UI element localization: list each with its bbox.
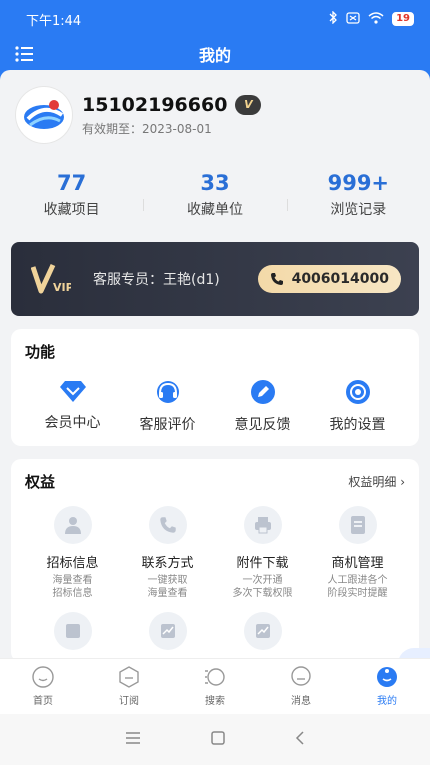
recent-apps-icon[interactable] (125, 730, 141, 749)
bottom-tab-bar: 首页 订阅 搜索 消息 我的 (0, 658, 430, 714)
right-item-6[interactable] (120, 612, 215, 650)
wifi-icon (368, 11, 384, 27)
right-contact[interactable]: 联系方式 一键获取 海量查看 (120, 506, 215, 600)
call-service-button[interactable]: 4006014000 (257, 265, 401, 293)
functions-title: 功能 (25, 343, 56, 361)
subscribe-icon (119, 666, 139, 688)
profile-section[interactable]: 15102196660 V 有效期至：2023-08-01 (0, 70, 430, 160)
right-item-5[interactable] (25, 612, 120, 650)
tab-profile[interactable]: 我的 (344, 659, 430, 714)
tab-message[interactable]: 消息 (258, 659, 344, 714)
stats-row: 77 收藏项目 33 收藏单位 999+ 浏览记录 (0, 160, 430, 230)
message-icon (291, 666, 311, 686)
stat-projects[interactable]: 77 收藏项目 (0, 171, 143, 219)
func-settings[interactable]: 我的设置 (310, 378, 405, 434)
printer-icon (243, 506, 282, 544)
settings-icon (345, 380, 370, 404)
status-time: 下午1:44 (26, 13, 82, 29)
functions-card: 功能 会员中心 客服评价 意见反馈 我的设置 (11, 329, 419, 446)
report-icon (53, 612, 92, 650)
right-attachment[interactable]: 附件下载 一次开通 多次下载权限 (215, 506, 310, 600)
avatar[interactable] (16, 87, 72, 143)
func-member-center[interactable]: 会员中心 (25, 378, 120, 434)
system-nav-bar (0, 714, 430, 765)
tab-home[interactable]: 首页 (0, 659, 86, 714)
rights-card: 权益 权益明细 › 招标信息 海量查看 招标信息 联系方式 一键获取 海量查看 附件… (11, 459, 419, 658)
main-content: 15102196660 V 有效期至：2023-08-01 77 收藏项目 33… (0, 70, 430, 658)
headset-icon (156, 381, 179, 403)
tab-subscribe[interactable]: 订阅 (86, 659, 172, 714)
phone-call-icon (270, 273, 283, 285)
chevron-right-icon: › (400, 475, 405, 489)
right-opportunity[interactable]: 商机管理 人工跟进各个 阶段实时提醒 (310, 506, 405, 600)
svg-text:VIP: VIP (53, 281, 71, 294)
diamond-icon (59, 381, 86, 402)
person-icon (53, 506, 92, 544)
tab-search[interactable]: 搜索 (172, 659, 258, 714)
vip-banner: VIP 客服专员：王艳(d1) 4006014000 (11, 242, 419, 316)
expire-date: 有效期至：2023-08-01 (82, 121, 212, 136)
company-logo-icon (24, 100, 64, 129)
search-icon (205, 668, 225, 686)
vip-badge: V (235, 94, 262, 115)
navbar: 我的 (0, 38, 430, 70)
profile-icon (377, 667, 397, 687)
stat-history[interactable]: 999+ 浏览记录 (286, 171, 430, 219)
sim-icon (346, 11, 360, 27)
rights-detail-link[interactable]: 权益明细 › (348, 473, 405, 490)
document-icon (338, 506, 377, 544)
menu-icon[interactable] (14, 44, 34, 64)
vip-logo-icon: VIP (30, 261, 74, 297)
home-icon (32, 666, 54, 688)
func-feedback[interactable]: 意见反馈 (215, 378, 310, 434)
battery-icon: 19 (392, 12, 414, 26)
user-phone: 15102196660 (82, 93, 228, 116)
status-bar: 下午1:44 19 (0, 0, 430, 38)
bluetooth-icon (328, 10, 338, 27)
stat-units[interactable]: 33 收藏单位 (143, 171, 286, 219)
rights-title: 权益 (25, 473, 56, 491)
service-agent: 客服专员：王艳(d1) (93, 272, 220, 288)
back-icon[interactable] (295, 730, 305, 749)
home-button-icon[interactable] (211, 730, 225, 749)
pen-icon (250, 380, 275, 404)
trend-chart-icon (148, 612, 187, 650)
func-service-rating[interactable]: 客服评价 (120, 378, 215, 434)
phone-icon (148, 506, 187, 544)
page-title: 我的 (198, 46, 231, 65)
right-bidding-info[interactable]: 招标信息 海量查看 招标信息 (25, 506, 120, 600)
trend-chart-icon (243, 612, 282, 650)
right-item-7[interactable] (215, 612, 310, 650)
